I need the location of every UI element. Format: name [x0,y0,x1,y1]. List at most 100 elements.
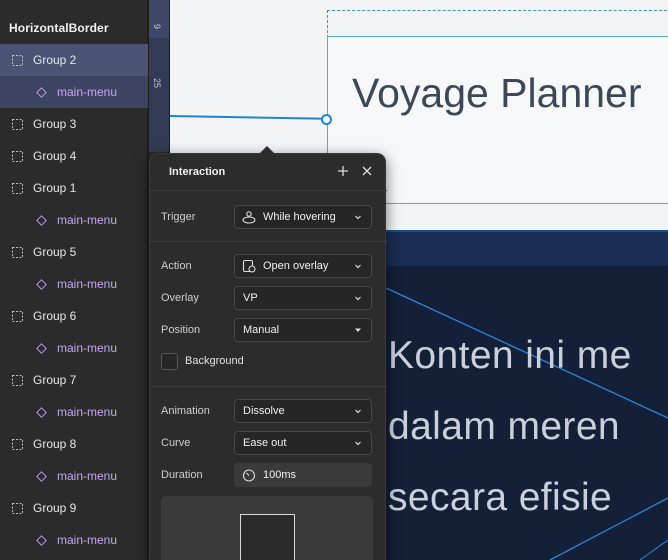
group-icon [12,374,23,386]
divider [150,190,387,191]
layer-item-group[interactable]: Group 5 [0,236,148,268]
trigger-value: While hovering [263,211,336,223]
group-icon [12,246,23,258]
layer-item-group[interactable]: Group 2 [0,44,148,76]
chevron-down-icon [355,215,361,220]
layer-item-component[interactable]: main-menu [0,204,148,236]
ruler-value-span: 25 [152,78,162,89]
layer-item-label: Group 2 [33,53,77,67]
layer-item-label: Group 7 [33,373,77,387]
layer-item-label: main-menu [57,213,118,227]
ruler-value-top: 9 [152,24,162,30]
layers-header[interactable]: HorizontalBorder [0,0,148,44]
popover-pointer [259,146,275,154]
duration-value: 100ms [263,469,297,481]
group-icon [12,310,23,322]
interaction-popover: Interaction Trigger While hovering Actio… [149,146,387,560]
animation-label: Animation [161,405,210,417]
layer-item-group[interactable]: Group 6 [0,300,148,332]
layer-item-label: main-menu [57,277,118,291]
layer-item-label: Group 8 [33,437,77,451]
animation-select[interactable]: Dissolve [234,399,372,423]
chevron-down-icon [355,264,361,269]
background-checkbox[interactable] [161,353,178,370]
layer-item-label: Group 9 [33,501,77,515]
component-icon [36,214,47,226]
hero-text-line-3: secara efisie [388,476,613,519]
component-icon [36,406,47,418]
overlay-icon [242,259,256,273]
layer-item-label: main-menu [57,469,118,483]
chevron-down-icon [355,441,361,446]
layer-item-group[interactable]: Group 1 [0,172,148,204]
group-icon [12,150,23,162]
action-select[interactable]: Open overlay [234,254,372,278]
position-select[interactable]: Manual [234,318,372,342]
timer-icon [242,469,256,482]
popover-title: Interaction [169,166,226,178]
layer-item-component[interactable]: main-menu [0,396,148,428]
animation-value: Dissolve [243,405,285,417]
group-icon [12,182,23,194]
preview-frame [240,514,295,560]
component-icon [36,86,47,98]
curve-label: Curve [161,437,191,449]
page-title[interactable]: Voyage Planner [352,64,668,123]
layer-item-label: Group 3 [33,117,77,131]
caret-down-icon [355,328,361,332]
layer-item-label: Group 4 [33,149,77,163]
group-icon [12,438,23,450]
divider [150,386,387,387]
layer-item-group[interactable]: Group 3 [0,108,148,140]
group-icon [12,502,23,514]
layers-header-label: HorizontalBorder [9,21,109,35]
layer-item-label: main-menu [57,533,118,547]
group-icon [12,118,23,130]
layer-item-component[interactable]: main-menu [0,76,148,108]
layer-item-group[interactable]: Group 9 [0,492,148,524]
layer-item-label: main-menu [57,405,118,419]
background-label: Background [185,355,244,367]
action-label: Action [161,260,192,272]
position-value: Manual [243,324,280,336]
prototype-connector-handle[interactable] [321,114,332,125]
component-icon [36,342,47,354]
animation-preview [161,496,373,560]
curve-select[interactable]: Ease out [234,431,372,455]
layer-item-label: Group 1 [33,181,77,195]
layer-item-group[interactable]: Group 7 [0,364,148,396]
layer-item-group[interactable]: Group 8 [0,428,148,460]
overlay-select[interactable]: VP [234,286,372,310]
group-icon [12,54,23,66]
layer-item-component[interactable]: main-menu [0,524,148,556]
plus-icon[interactable] [335,163,351,179]
hero-text-line-1: Konten ini me [388,334,632,377]
layer-item-component[interactable]: main-menu [0,332,148,364]
action-value: Open overlay [263,260,329,272]
layer-item-label: main-menu [57,85,118,99]
trigger-label: Trigger [161,211,196,223]
position-label: Position [161,324,201,336]
ruler-selection-span: 25 [149,38,169,152]
overlay-label: Overlay [161,292,199,304]
overlay-value: VP [243,292,258,304]
duration-label: Duration [161,469,203,481]
layer-item-label: main-menu [57,341,118,355]
layers-panel: HorizontalBorder Group 2 main-menu Group 3… [0,0,148,560]
layer-item-label: Group 5 [33,245,77,259]
layer-item-group[interactable]: Group 4 [0,140,148,172]
layer-item-label: Group 6 [33,309,77,323]
ruler-selection-marker: 9 [149,0,169,38]
layer-item-component[interactable]: main-menu [0,460,148,492]
component-icon [36,470,47,482]
hero-text-line-2: dalam meren [388,405,621,448]
trigger-select[interactable]: While hovering [234,205,372,229]
component-icon [36,534,47,546]
divider [150,241,387,242]
component-icon [36,278,47,290]
chevron-down-icon [355,409,361,414]
chevron-down-icon [355,296,361,301]
close-icon[interactable] [359,163,375,179]
layer-item-component[interactable]: main-menu [0,268,148,300]
duration-input[interactable]: 100ms [234,463,372,487]
